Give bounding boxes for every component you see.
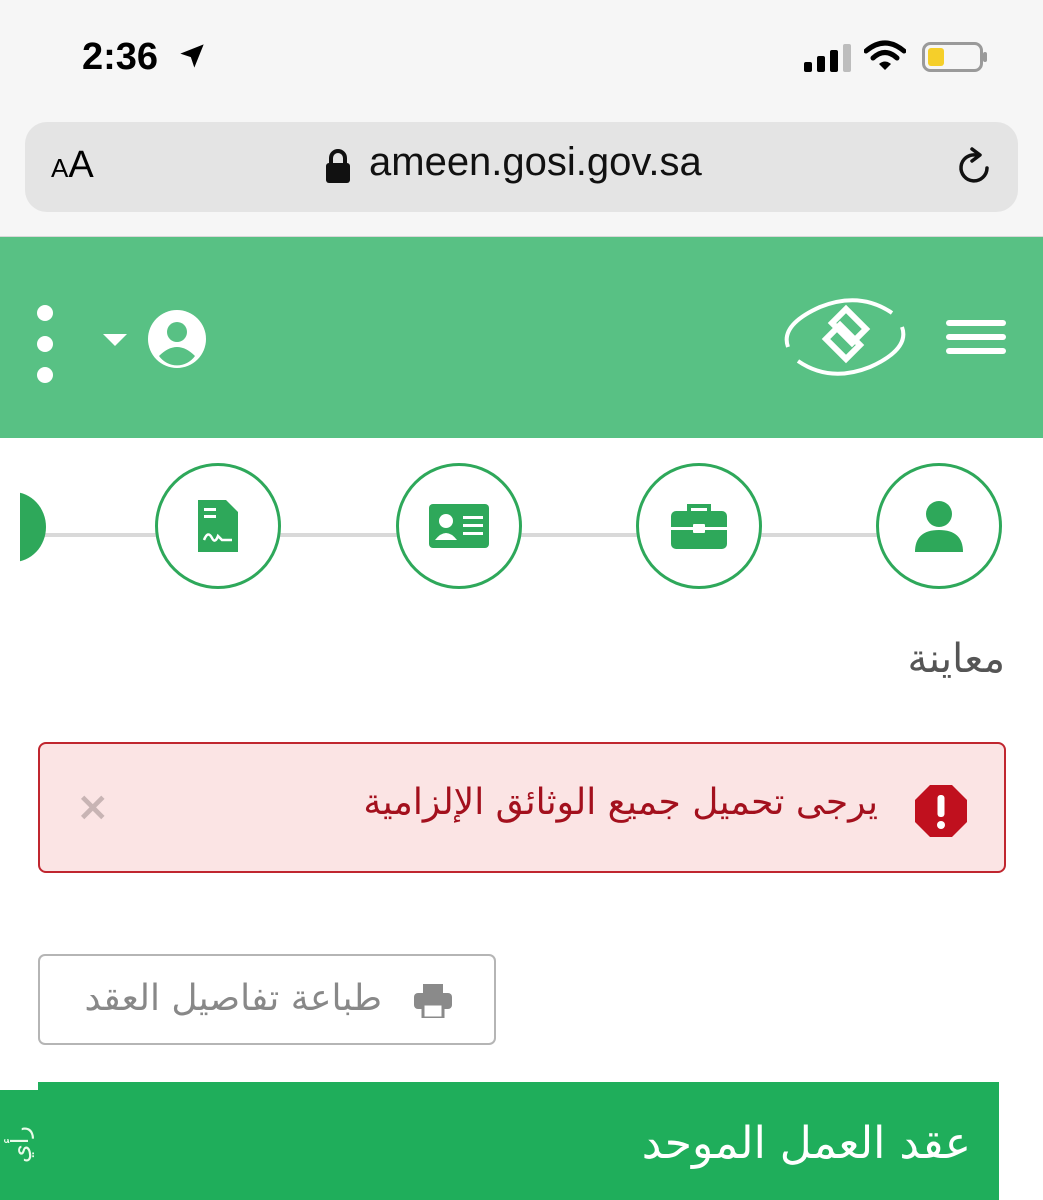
more-options-icon[interactable] <box>30 305 60 385</box>
person-icon <box>915 501 963 552</box>
print-button-label: طباعة تفاصيل العقد <box>84 978 383 1019</box>
gosi-logo[interactable] <box>780 295 910 379</box>
browser-chrome: AA ameen.gosi.gov.sa <box>0 110 1043 237</box>
step-personal-info[interactable] <box>876 463 1002 589</box>
contract-section-header[interactable]: عقد العمل الموحد <box>38 1082 999 1200</box>
close-icon[interactable]: × <box>76 784 110 830</box>
id-card-icon <box>429 504 489 548</box>
app-header <box>0 237 1043 438</box>
location-arrow-icon <box>180 44 204 68</box>
printer-icon <box>414 984 452 1018</box>
address-bar[interactable]: AA ameen.gosi.gov.sa <box>25 122 1018 212</box>
step-id-card[interactable] <box>396 463 522 589</box>
reload-icon[interactable] <box>953 146 995 188</box>
alert-message: يرجى تحميل جميع الوثائق الإلزامية <box>363 782 878 823</box>
step-partial[interactable] <box>20 492 48 562</box>
clock: 2:36 <box>82 36 159 78</box>
print-contract-button[interactable]: طباعة تفاصيل العقد <box>38 954 496 1045</box>
user-account-icon[interactable] <box>148 310 206 368</box>
chevron-down-icon[interactable] <box>103 334 127 346</box>
step-signed-document[interactable] <box>155 463 281 589</box>
briefcase-icon <box>671 504 727 549</box>
text-size-button[interactable]: AA <box>51 144 94 187</box>
feedback-label: رأي <box>6 1126 34 1164</box>
cell-signal-icon <box>804 44 851 72</box>
battery-icon <box>922 42 987 72</box>
status-bar: 2:36 <box>0 0 1043 110</box>
lock-icon <box>326 149 350 183</box>
step-employment[interactable] <box>636 463 762 589</box>
error-alert: يرجى تحميل جميع الوثائق الإلزامية × <box>38 742 1006 873</box>
hamburger-menu-icon[interactable] <box>946 320 1006 354</box>
exclamation-octagon-icon <box>915 785 967 837</box>
signed-document-icon <box>198 500 238 552</box>
contract-title: عقد العمل الموحد <box>641 1118 971 1169</box>
url-text[interactable]: ameen.gosi.gov.sa <box>369 140 702 185</box>
feedback-tab[interactable]: رأي <box>0 1090 40 1200</box>
wifi-icon <box>864 40 906 70</box>
page-title: معاينة <box>907 636 1005 682</box>
